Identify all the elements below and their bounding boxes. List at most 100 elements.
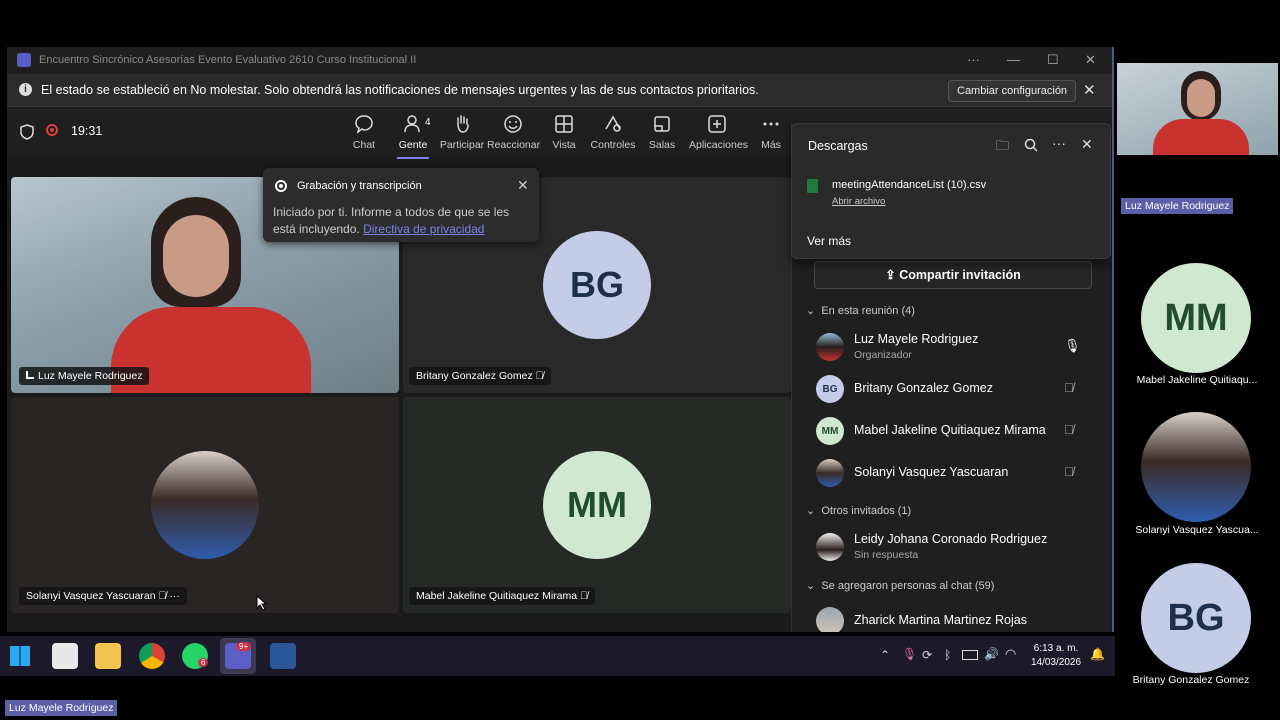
speaker-icon[interactable]: 🔊	[984, 647, 999, 661]
chat-button[interactable]: Chat	[338, 113, 390, 151]
more-button[interactable]: Más	[746, 113, 796, 151]
mic-off-icon: 🎙̸	[1064, 380, 1074, 395]
rooms-icon	[654, 116, 670, 132]
people-button[interactable]: 4 Gente	[387, 113, 439, 159]
file-explorer-icon[interactable]	[95, 643, 121, 669]
share-invite-button[interactable]: ⇪ Compartir invitación	[814, 261, 1092, 289]
mic-off-icon: 🎙̸	[158, 590, 167, 602]
chat-icon	[355, 115, 373, 134]
view-label: Vista	[552, 139, 576, 151]
bluetooth-icon[interactable]: ᛒ	[944, 648, 951, 662]
teams-badge: 9+	[236, 642, 252, 651]
download-filename[interactable]: meetingAttendanceList (10).csv	[832, 179, 986, 191]
avatar-leidy-small	[816, 533, 844, 561]
windows-taskbar: 6 9+ ⌃ 🎙 ⟳ ᛒ 🔊 ◠ 6:13 a. m. 14/03/2026 🔔	[0, 636, 1115, 676]
person-row-zharick[interactable]: Zharick Martina Martinez Rojas	[816, 605, 1096, 632]
mic-off-icon: 🎙̸	[1064, 464, 1074, 479]
more-label: Más	[761, 139, 781, 151]
downloads-flyout: Descargas 🗀 ··· ✕ meetingAttendanceList …	[791, 123, 1111, 259]
section-added-to-chat[interactable]: ⌄ Se agregaron personas al chat (59)	[806, 579, 994, 592]
meeting-timer: 19:31	[71, 124, 103, 138]
mic-off-icon: 🎙̸	[535, 370, 544, 382]
strip-avatar-mm: MM	[1141, 263, 1251, 373]
chrome-icon[interactable]	[139, 643, 165, 669]
view-button[interactable]: Vista	[538, 113, 590, 151]
ellipsis-icon	[763, 122, 779, 126]
clock-date: 14/03/2026	[1030, 657, 1082, 668]
change-settings-button[interactable]: Cambiar configuración	[948, 80, 1077, 102]
video-tile-solanyi[interactable]: Solanyi Vasquez Yascuaran 🎙̸ ···	[11, 397, 399, 613]
person-row-britany[interactable]: BG Britany Gonzalez Gomez 🎙̸	[816, 373, 1096, 405]
bottom-presenter-label: Luz Mayele Rodriguez	[5, 700, 118, 716]
maximize-button[interactable]: ☐	[1047, 52, 1059, 68]
avatar-mm-small: MM	[816, 417, 844, 445]
signal-icon	[26, 371, 34, 379]
person-row-mabel[interactable]: MM Mabel Jakeline Quitiaquez Mirama 🎙̸	[816, 415, 1096, 447]
wifi-icon[interactable]: ◠	[1005, 646, 1016, 662]
strip-top-label: Luz Mayele Rodriguez	[1121, 198, 1234, 214]
avatar-mm: MM	[543, 451, 651, 559]
people-active-indicator	[397, 157, 429, 159]
person-row-luz[interactable]: Luz Mayele Rodriguez Organizador 🎙	[816, 329, 1096, 365]
close-window-button[interactable]: ✕	[1085, 52, 1096, 68]
tray-chevron-icon[interactable]: ⌃	[880, 648, 890, 662]
close-downloads-icon[interactable]: ✕	[1081, 136, 1093, 153]
teams-window: Encuentro Sincrónico Asesorías Evento Ev…	[7, 47, 1114, 632]
mic-off-icon: 🎙̸	[1064, 422, 1074, 437]
ellipsis-icon[interactable]: ···	[1052, 135, 1066, 151]
csv-file-icon	[807, 179, 818, 193]
close-notice-icon[interactable]: ✕	[1083, 81, 1096, 99]
person-row-leidy[interactable]: Leidy Johana Coronado Rodriguez Sin resp…	[816, 529, 1096, 565]
raise-hand-button[interactable]: Participar	[436, 113, 488, 151]
self-video-thumb	[1117, 63, 1278, 155]
apps-button[interactable]: Aplicaciones	[689, 113, 748, 151]
shield-icon	[20, 124, 34, 140]
ellipsis-icon[interactable]: ···	[169, 590, 180, 602]
smiley-icon	[504, 115, 522, 133]
share-icon: ⇪	[885, 268, 900, 282]
privacy-link[interactable]: Directiva de privacidad	[363, 222, 484, 236]
word-icon[interactable]	[270, 643, 296, 669]
avatar-zharick-small	[816, 607, 844, 632]
avatar-solanyi	[151, 451, 259, 559]
open-file-link[interactable]: Abrir archivo	[832, 196, 885, 207]
name-tag-mabel: Mabel Jakeline Quitiaquez Mirama 🎙̸	[409, 587, 595, 605]
video-tile-mabel[interactable]: MM Mabel Jakeline Quitiaquez Mirama 🎙̸	[403, 397, 791, 613]
section-in-meeting[interactable]: ⌄ En esta reunión (4)	[806, 304, 915, 317]
notification-bell-icon[interactable]: 🔔	[1090, 647, 1105, 661]
notice-message: El estado se estableció en No molestar. …	[41, 83, 759, 97]
people-count: 4	[425, 117, 431, 128]
downloads-title: Descargas	[808, 139, 868, 153]
strip-avatar-bg: BG	[1141, 563, 1251, 673]
close-popover-icon[interactable]: ✕	[517, 177, 529, 194]
react-button[interactable]: Reaccionar	[487, 113, 540, 151]
raise-hand-label: Participar	[439, 139, 485, 151]
avatar-bg: BG	[543, 231, 651, 339]
people-label: Gente	[398, 139, 428, 151]
recording-icon	[46, 124, 58, 136]
battery-icon[interactable]	[962, 650, 978, 660]
mic-off-icon: 🎙̸	[580, 590, 588, 602]
windows-start-icon[interactable]	[10, 646, 30, 666]
search-icon[interactable]	[1024, 138, 1038, 152]
controls-icon	[605, 115, 621, 132]
section-other-invited[interactable]: ⌄ Otros invitados (1)	[806, 504, 911, 517]
minimize-button[interactable]: —	[1007, 52, 1020, 67]
rooms-button[interactable]: Salas	[636, 113, 688, 151]
folder-icon[interactable]: 🗀	[996, 137, 1009, 159]
store-icon[interactable]	[52, 643, 78, 669]
info-icon: i	[19, 83, 32, 96]
system-clock[interactable]: 6:13 a. m. 14/03/2026	[1027, 642, 1085, 670]
controls-button[interactable]: Controles	[587, 113, 639, 151]
tray-teams-icon[interactable]: ⟳	[922, 648, 932, 662]
see-more-link[interactable]: Ver más	[807, 234, 851, 248]
hand-icon	[457, 115, 469, 133]
people-icon	[404, 115, 420, 133]
title-bar: Encuentro Sincrónico Asesorías Evento Ev…	[7, 47, 1112, 74]
more-options-icon[interactable]: ···	[967, 52, 980, 67]
strip-name-bg: Britany Gonzalez Gomez	[1132, 674, 1250, 686]
tray-mic-icon[interactable]: 🎙	[902, 647, 917, 661]
notification-banner: i El estado se estableció en No molestar…	[7, 74, 1112, 107]
record-dot-icon	[275, 180, 287, 192]
person-row-solanyi[interactable]: Solanyi Vasquez Yascuaran 🎙̸	[816, 457, 1096, 489]
